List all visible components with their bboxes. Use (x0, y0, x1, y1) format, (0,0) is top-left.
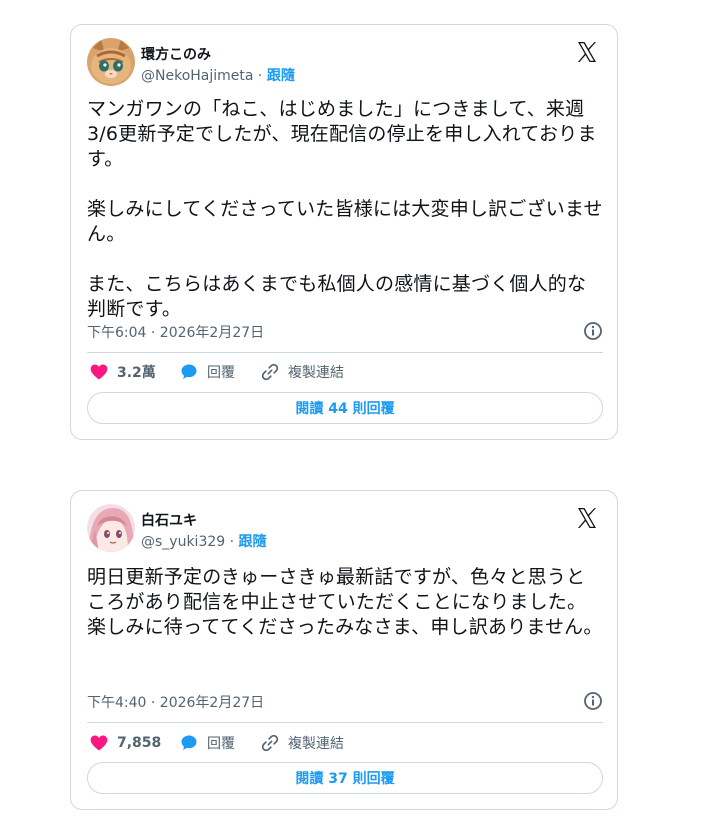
link-icon (261, 363, 279, 381)
like-count: 7,858 (117, 735, 162, 751)
separator: · (257, 68, 267, 84)
handle-line: @NekoHajimeta · 跟隨 (141, 65, 295, 85)
reply-button[interactable]: 回覆 (179, 360, 235, 384)
reply-label: 回覆 (207, 365, 235, 381)
read-replies-button[interactable]: 閱讀 37 則回覆 (87, 762, 603, 794)
follow-button[interactable]: 跟隨 (267, 68, 295, 84)
heart-icon (90, 364, 108, 380)
avatar[interactable] (87, 38, 135, 86)
display-name[interactable]: 環方このみ (141, 44, 211, 64)
tweet-header: 環方このみ @NekoHajimeta · 跟隨 (87, 38, 603, 88)
like-button[interactable]: 3.2萬 (89, 360, 156, 384)
action-bar: 7,858 回覆 複製連結 (87, 731, 603, 755)
tweet-card[interactable]: 白石ユキ @s_yuki329 · 跟隨 明日更新予定のきゅーさきゅ最新話ですが… (70, 490, 618, 810)
timestamp[interactable]: 下午6:04 · 2026年2月27日 (87, 325, 264, 341)
user-handle[interactable]: @NekoHajimeta (141, 68, 253, 84)
tweet-text: 明日更新予定のきゅーさきゅ最新話ですが、色々と思うところがあり配信を中止させてい… (87, 566, 603, 638)
display-name[interactable]: 白石ユキ (141, 510, 197, 530)
timestamp[interactable]: 下午4:40 · 2026年2月27日 (87, 695, 264, 711)
avatar[interactable] (87, 504, 135, 552)
user-handle[interactable]: @s_yuki329 (141, 534, 225, 550)
copy-link-label: 複製連結 (288, 365, 344, 381)
tweet-meta: 下午6:04 · 2026年2月27日 (87, 322, 603, 342)
separator: · (229, 534, 239, 550)
speech-bubble-icon (181, 735, 197, 751)
action-bar: 3.2萬 回覆 複製連結 (87, 360, 603, 384)
copy-link-button[interactable]: 複製連結 (260, 360, 344, 384)
reply-button[interactable]: 回覆 (179, 731, 235, 755)
copy-link-label: 複製連結 (288, 736, 344, 752)
divider (87, 722, 603, 723)
read-replies-button[interactable]: 閱讀 44 則回覆 (87, 392, 603, 424)
info-icon[interactable] (583, 321, 603, 341)
handle-line: @s_yuki329 · 跟隨 (141, 531, 267, 551)
reply-label: 回覆 (207, 736, 235, 752)
tweet-text: マンガワンの「ねこ、はじめました」につきまして、来週3/6更新予定でしたが、現在… (87, 98, 603, 320)
tweet-meta: 下午4:40 · 2026年2月27日 (87, 692, 603, 712)
follow-button[interactable]: 跟隨 (239, 534, 267, 550)
link-icon (261, 734, 279, 752)
heart-icon (90, 735, 108, 751)
x-logo-icon[interactable] (575, 506, 599, 530)
copy-link-button[interactable]: 複製連結 (260, 731, 344, 755)
like-count: 3.2萬 (117, 365, 156, 381)
speech-bubble-icon (181, 364, 197, 380)
tweet-header: 白石ユキ @s_yuki329 · 跟隨 (87, 504, 603, 554)
like-button[interactable]: 7,858 (89, 731, 161, 755)
info-icon[interactable] (583, 691, 603, 711)
x-logo-icon[interactable] (575, 40, 599, 64)
divider (87, 352, 603, 353)
tweet-card[interactable]: 環方このみ @NekoHajimeta · 跟隨 マンガワンの「ねこ、はじめまし… (70, 24, 618, 440)
